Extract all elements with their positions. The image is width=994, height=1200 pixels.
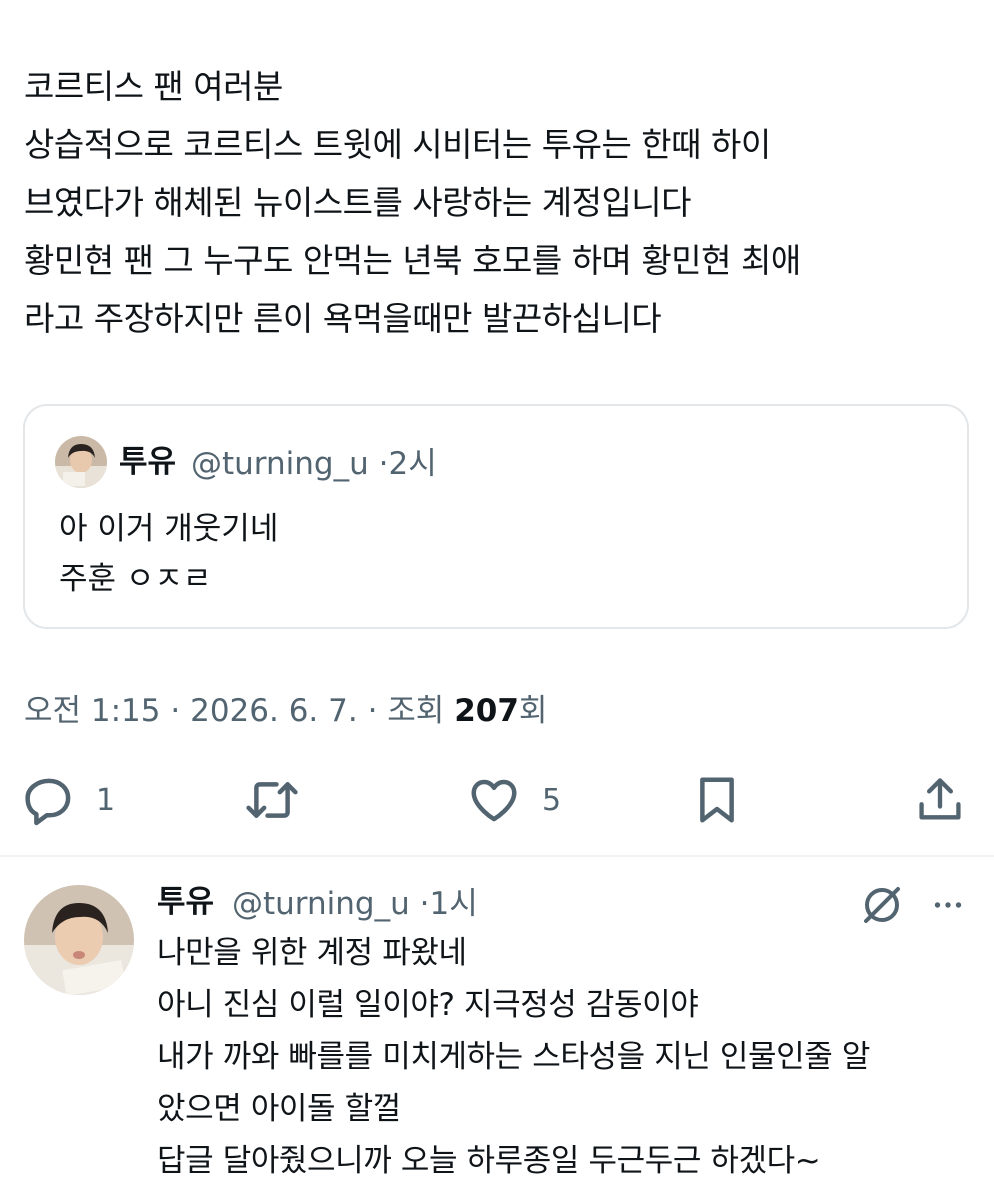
meta-separator: · bbox=[419, 886, 430, 922]
quoted-tweet-card[interactable]: 투유 @turning_u ·2시 아 이거 개웃기네 주훈 ㅇㅈㄹ bbox=[23, 404, 969, 629]
reply-time[interactable]: 1시 bbox=[429, 886, 477, 922]
quoted-meta: @turning_u ·2시 bbox=[191, 444, 437, 484]
meta-separator: · bbox=[378, 446, 389, 482]
bookmark-icon bbox=[700, 777, 734, 823]
reply-button[interactable]: 1 bbox=[22, 770, 115, 830]
avatar[interactable] bbox=[24, 885, 134, 995]
reply-line: 내가 까와 빠를를 미치게하는 스타성을 지닌 인물인줄 알 bbox=[157, 1039, 870, 1075]
quoted-time[interactable]: 2시 bbox=[388, 446, 436, 482]
more-icon[interactable] bbox=[928, 887, 968, 923]
reply-author-name[interactable]: 투유 bbox=[157, 881, 214, 923]
reply-handle[interactable]: @turning_u bbox=[232, 886, 410, 922]
quoted-text: 아 이거 개웃기네 주훈 ㅇㅈㄹ bbox=[59, 504, 278, 604]
reply-line: 았으면 아이돌 할껄 bbox=[157, 1091, 401, 1127]
reply-text: 나만을 위한 계정 파왔네 아니 진심 이럴 일이야? 지극정성 감동이야 내가… bbox=[157, 927, 987, 1187]
post-line: 라고 주장하지만 른이 욕먹을때만 발끈하십니다 bbox=[24, 299, 662, 338]
reply-line: 나만을 위한 계정 파왔네 bbox=[157, 935, 467, 971]
quoted-line: 아 이거 개웃기네 bbox=[59, 511, 279, 547]
quoted-author-name[interactable]: 투유 bbox=[119, 442, 176, 482]
post-date[interactable]: 2026. 6. 7. bbox=[190, 693, 358, 729]
reply-meta: @turning_u ·1시 bbox=[232, 883, 478, 925]
retweet-icon bbox=[246, 782, 298, 818]
reply-line: 아니 진심 이럴 일이야? 지극정성 감동이야 bbox=[157, 987, 699, 1023]
like-count: 5 bbox=[542, 782, 562, 818]
grok-icon[interactable] bbox=[858, 881, 906, 929]
post-line: 황민현 팬 그 누구도 안먹는 년북 호모를 하며 황민현 최애 bbox=[24, 241, 801, 280]
reply-line: 답글 달아줬으니까 오늘 하루종일 두근두근 하겠다~ bbox=[157, 1143, 821, 1179]
post-line: 브였다가 해체된 뉴이스트를 사랑하는 계정입니다 bbox=[24, 183, 692, 222]
retweet-button[interactable] bbox=[243, 770, 301, 830]
timestamp-line: 오전 1:15 · 2026. 6. 7. · 조회 207회 bbox=[24, 688, 547, 734]
post-line: 상습적으로 코르티스 트윗에 시비터는 투유는 한때 하이 bbox=[24, 125, 771, 164]
action-bar: 1 5 bbox=[0, 770, 994, 830]
post-time[interactable]: 오전 1:15 bbox=[24, 693, 161, 729]
heart-icon bbox=[471, 779, 517, 822]
reply-icon bbox=[25, 778, 71, 826]
views-suffix: 회 bbox=[518, 693, 548, 729]
views-label: 조회 bbox=[387, 693, 445, 729]
share-button[interactable] bbox=[914, 770, 966, 830]
views-count: 207 bbox=[454, 693, 519, 729]
avatar[interactable] bbox=[55, 436, 107, 488]
post-line: 코르티스 팬 여러분 bbox=[24, 67, 283, 106]
meta-separator: · bbox=[170, 693, 181, 729]
reply-count: 1 bbox=[96, 782, 116, 818]
meta-separator: · bbox=[367, 693, 378, 729]
share-icon bbox=[919, 778, 961, 820]
quoted-handle[interactable]: @turning_u bbox=[191, 446, 369, 482]
reply-tweet[interactable]: 투유 @turning_u ·1시 나만을 위한 계정 파왔네 아니 진심 이럴… bbox=[0, 857, 994, 1200]
bookmark-button[interactable] bbox=[692, 770, 742, 830]
quoted-line: 주훈 ㅇㅈㄹ bbox=[59, 561, 212, 597]
post-text: 코르티스 팬 여러분 상습적으로 코르티스 트윗에 시비터는 투유는 한때 하이… bbox=[24, 58, 974, 348]
like-button[interactable]: 5 bbox=[466, 770, 561, 830]
